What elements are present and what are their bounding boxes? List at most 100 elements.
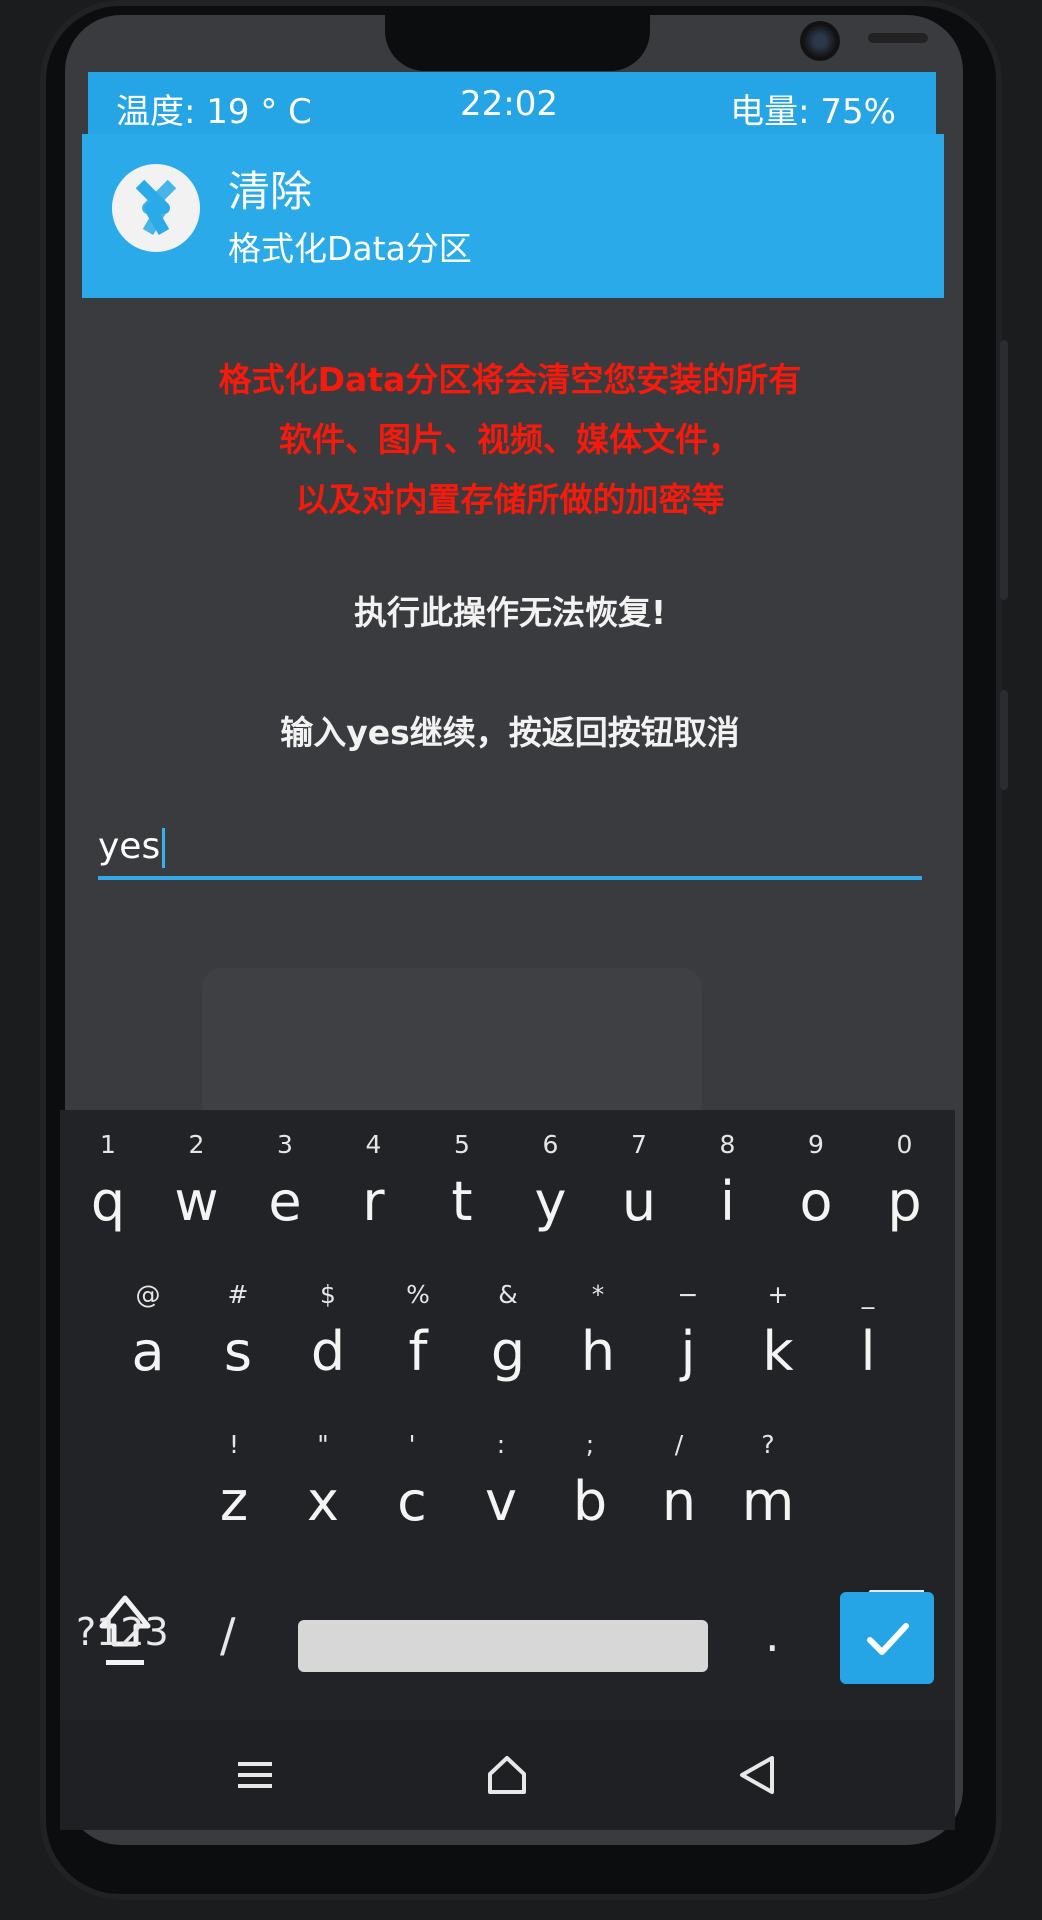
key-i[interactable]: 8i [684, 1120, 772, 1260]
key-s[interactable]: # s [194, 1270, 282, 1410]
confirm-input-value: yes [98, 826, 166, 868]
earpiece-speaker [868, 33, 928, 43]
key-label: e [268, 1170, 302, 1233]
key-v[interactable]: :v [457, 1420, 545, 1560]
key-n[interactable]: / n [635, 1420, 723, 1560]
page-header: 清除 格式化Data分区 [82, 134, 944, 298]
key-hint: _ [861, 1280, 875, 1309]
key-t[interactable]: 5t [418, 1120, 506, 1260]
key-h[interactable]: * h [554, 1270, 642, 1410]
notch [385, 15, 928, 71]
keyboard-row-3: ! z " x ' c: v; b / n? m [60, 1420, 955, 1665]
key-z[interactable]: ! z [190, 1420, 278, 1560]
on-screen-keyboard: 1q2w3e4r5t6y7u8i9o0p @ a # s $ d% f & g * h − j + k _ l … [60, 1110, 955, 1720]
input-text: yes [98, 826, 161, 867]
key-hint: 5 [454, 1130, 470, 1159]
volume-button [1000, 690, 1008, 790]
key-hint: 1 [100, 1130, 116, 1159]
enter-key[interactable] [840, 1592, 934, 1684]
key-label: f [408, 1320, 428, 1383]
symbols-key[interactable]: ?123 [76, 1610, 169, 1654]
irreversible-notice: 执行此操作无法恢复! [353, 593, 667, 632]
key-label: x [307, 1470, 339, 1533]
key-hint: 8 [719, 1130, 736, 1159]
checkmark-icon [867, 1623, 909, 1655]
front-camera [800, 21, 840, 61]
keyboard-row-1: 1q2w3e4r5t6y7u8i9o0p [60, 1120, 955, 1270]
menu-icon[interactable] [230, 1750, 280, 1800]
instruction-text: 输入yes继续，按返回按钮取消 [280, 713, 740, 752]
key-hint: & [498, 1280, 518, 1309]
key-label: a [131, 1320, 165, 1383]
key-hint: / [674, 1430, 684, 1459]
key-label: c [397, 1470, 427, 1533]
key-label: y [534, 1170, 567, 1233]
key-x[interactable]: " x [279, 1420, 367, 1560]
key-label: d [310, 1320, 346, 1383]
back-icon[interactable] [732, 1750, 782, 1800]
key-k[interactable]: + k [734, 1270, 822, 1410]
key-g[interactable]: & g [464, 1270, 552, 1410]
key-e[interactable]: 3e [241, 1120, 329, 1260]
key-hint: * [591, 1280, 605, 1309]
key-d[interactable]: $ d [284, 1270, 372, 1410]
confirm-input[interactable]: yes [98, 820, 922, 880]
warning-line: 以及对内置存储所做的加密等 [295, 480, 725, 519]
key-label: b [572, 1470, 608, 1533]
period-key[interactable]: . [765, 1608, 780, 1662]
key-hint: 0 [896, 1130, 913, 1159]
key-l[interactable]: _ l [824, 1270, 912, 1410]
key-hint: 2 [188, 1130, 205, 1159]
space-key[interactable] [298, 1620, 708, 1672]
key-label: p [887, 1170, 922, 1233]
key-hint: 3 [277, 1130, 293, 1159]
key-label: k [762, 1320, 794, 1383]
key-q[interactable]: 1q [64, 1120, 152, 1260]
key-hint: 7 [631, 1130, 647, 1159]
key-y[interactable]: 6y [507, 1120, 595, 1260]
key-label: s [223, 1320, 253, 1383]
key-label: r [362, 1170, 385, 1233]
twrp-logo-icon [112, 164, 200, 252]
slash-key[interactable]: / [220, 1608, 236, 1662]
warning-message: 格式化Data分区将会清空您安装的所有 软件、图片、视频、媒体文件， 以及对内置… [70, 350, 950, 530]
key-o[interactable]: 9o [772, 1120, 860, 1260]
navigation-bar [60, 1720, 955, 1830]
temperature-readout: 温度: 19 ° C [116, 92, 312, 132]
key-r[interactable]: 4r [330, 1120, 418, 1260]
key-a[interactable]: @ a [104, 1270, 192, 1410]
key-b[interactable]: ; b [546, 1420, 634, 1560]
warning-line: 格式化Data分区将会清空您安装的所有 [218, 360, 802, 399]
key-j[interactable]: − j [644, 1270, 732, 1410]
key-label: m [741, 1470, 795, 1533]
key-hint: ? [761, 1430, 775, 1459]
key-f[interactable]: % f [374, 1270, 462, 1410]
key-label: j [680, 1320, 696, 1383]
keyboard-bottom-row: ?123 / . [60, 1580, 955, 1700]
text-caret [162, 828, 166, 868]
key-u[interactable]: 7u [595, 1120, 683, 1260]
key-p[interactable]: 0p [861, 1120, 949, 1260]
key-m[interactable]: ? m [724, 1420, 812, 1560]
key-label: w [174, 1170, 219, 1233]
key-label: g [490, 1320, 526, 1383]
key-hint: ! [228, 1430, 240, 1459]
key-w[interactable]: 2w [153, 1120, 241, 1260]
key-hint: # [227, 1280, 249, 1309]
key-label: h [580, 1320, 616, 1383]
key-c[interactable]: ' c [368, 1420, 456, 1560]
key-hint: $ [320, 1280, 336, 1309]
key-hint: 9 [808, 1130, 824, 1159]
page-subtitle: 格式化Data分区 [228, 229, 472, 268]
key-hint: ' [408, 1430, 416, 1459]
key-hint: @ [135, 1280, 161, 1309]
key-hint: − [677, 1280, 699, 1309]
key-label: o [799, 1170, 833, 1233]
key-label: u [621, 1170, 657, 1233]
key-hint: : [496, 1430, 506, 1459]
home-icon[interactable] [482, 1750, 532, 1800]
key-label: q [90, 1170, 126, 1233]
key-hint: 6 [542, 1130, 559, 1159]
keyboard-row-2: @ a # s $ d% f & g * h − j + k _ l [60, 1270, 955, 1420]
key-hint: ; [585, 1430, 595, 1459]
